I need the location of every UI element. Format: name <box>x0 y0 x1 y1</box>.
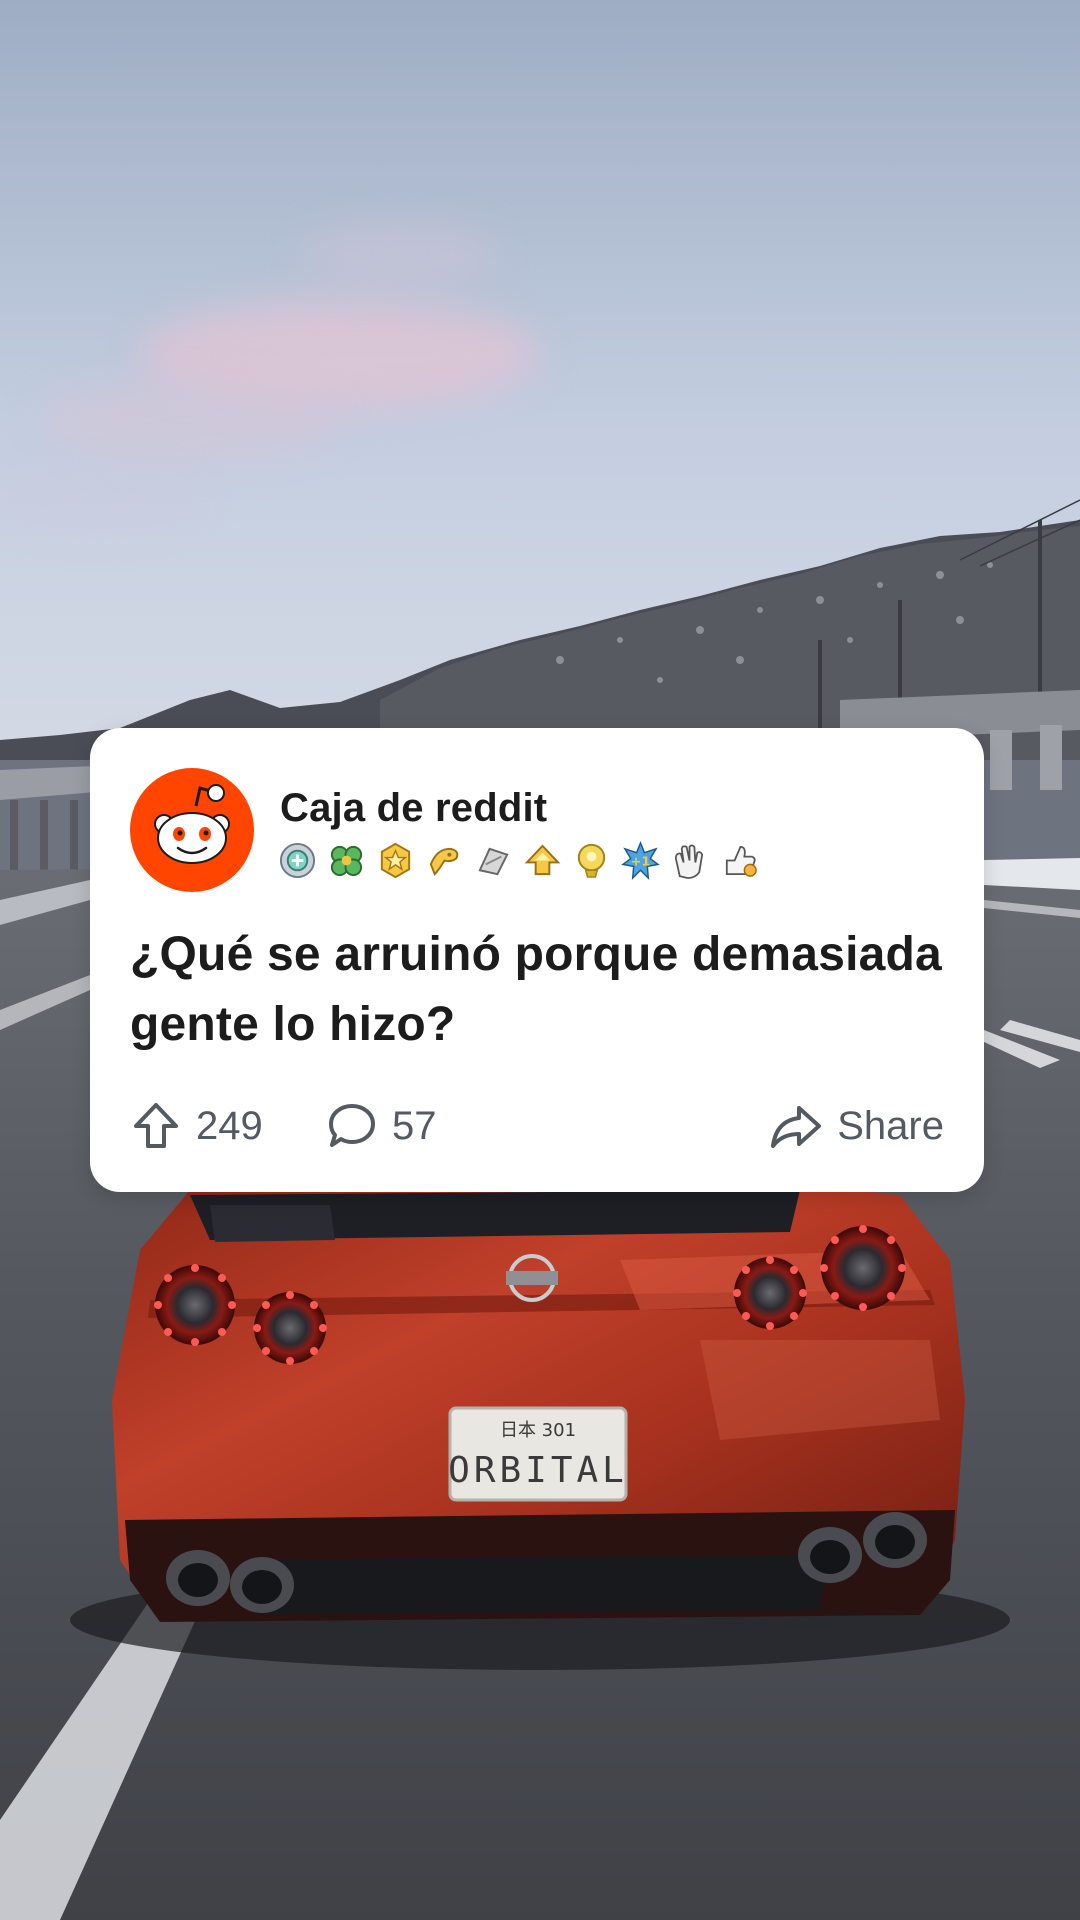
post-title[interactable]: ¿Qué se arruinó porque demasiada gente l… <box>130 920 950 1060</box>
wholesome-icon <box>429 847 459 876</box>
share-button[interactable]: Share <box>769 1094 944 1158</box>
comments-button[interactable]: 57 <box>326 1094 437 1158</box>
svg-text:+1: +1 <box>631 853 650 868</box>
svg-text:日本 301: 日本 301 <box>500 1420 576 1441</box>
helpful-icon <box>478 847 509 875</box>
share-arrow-icon <box>771 1106 822 1148</box>
clapping-hands-icon <box>674 844 704 879</box>
upvote-button[interactable]: 249 <box>130 1094 263 1158</box>
comment-bubble-icon <box>329 1104 375 1147</box>
upvote-count: 249 <box>196 1103 263 1148</box>
reddit-snoo-avatar-icon[interactable] <box>130 768 254 892</box>
clover-icon <box>330 845 363 876</box>
comment-count: 57 <box>392 1103 437 1148</box>
plus-one-icon: +1 <box>621 840 660 880</box>
gold-star-icon <box>380 842 411 878</box>
trophy-icon <box>577 843 606 878</box>
thumbs-up-icon <box>725 845 757 877</box>
upvote-arrow-icon[interactable] <box>130 1100 182 1152</box>
silver-medal-icon <box>279 842 316 878</box>
post-actions-bar: 249 57 Share <box>130 1094 944 1158</box>
share-label: Share <box>837 1103 944 1148</box>
upvote-gold-icon <box>524 843 561 875</box>
svg-text:ORBITAL: ORBITAL <box>448 1450 628 1491</box>
awards-row: +1 <box>278 840 758 880</box>
reddit-post-card[interactable]: Caja de reddit +1 ¿Qué se arruinó porque… <box>90 728 984 1192</box>
subreddit-name[interactable]: Caja de reddit <box>280 786 547 831</box>
